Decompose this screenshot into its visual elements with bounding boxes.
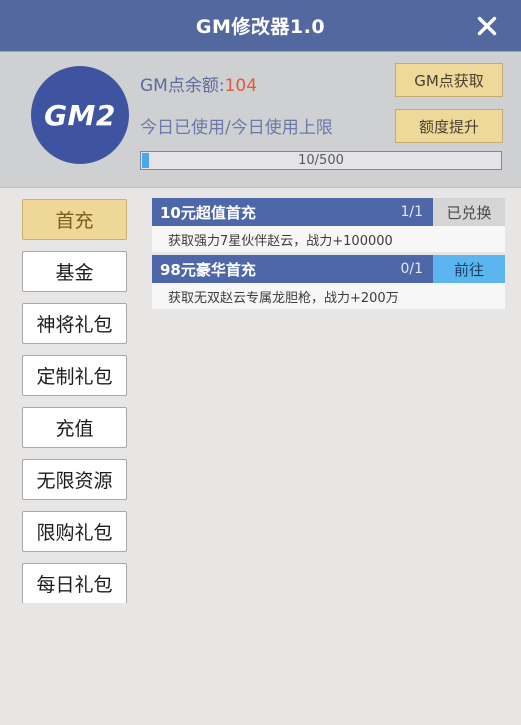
pack-name: 98元豪华首充 bbox=[160, 260, 256, 279]
pack-description: 获取强力7星伙伴赵云，战力+100000 bbox=[152, 226, 505, 252]
sidebar-item-recharge[interactable]: 充值 bbox=[22, 407, 127, 448]
sidebar-item-general-pack[interactable]: 神将礼包 bbox=[22, 303, 127, 344]
sidebar-item-fund[interactable]: 基金 bbox=[22, 251, 127, 292]
close-icon bbox=[475, 14, 499, 38]
pack-count: 1/1 bbox=[400, 204, 423, 220]
get-gm-points-button[interactable]: GM点获取 bbox=[395, 63, 503, 97]
window-title: GM修改器1.0 bbox=[195, 16, 326, 38]
pack-row: 10元超值首充 1/1 已兑换 获取强力7星伙伴赵云，战力+100000 bbox=[152, 198, 505, 252]
sidebar-item-unlimited-resources[interactable]: 无限资源 bbox=[22, 459, 127, 500]
avatar: GM2 bbox=[31, 66, 129, 164]
sidebar-item-limited-pack[interactable]: 限购礼包 bbox=[22, 511, 127, 552]
sidebar-item-first-charge[interactable]: 首充 bbox=[22, 199, 127, 240]
pack-action-button[interactable]: 前往 bbox=[433, 255, 505, 283]
close-button[interactable] bbox=[465, 0, 509, 52]
sidebar: 首充 基金 神将礼包 定制礼包 充值 无限资源 限购礼包 每日礼包 bbox=[0, 188, 152, 603]
sidebar-item-custom-pack[interactable]: 定制礼包 bbox=[22, 355, 127, 396]
daily-usage-progress: 10/500 bbox=[140, 151, 502, 170]
pack-action-button[interactable]: 已兑换 bbox=[433, 198, 505, 226]
gm-point-balance-value: 104 bbox=[224, 76, 258, 96]
sidebar-item-daily-pack[interactable]: 每日礼包 bbox=[22, 563, 127, 603]
gm-tool-window: GM修改器1.0 GM2 GM点余额:104 今日已使用/今日使用上限 10/5… bbox=[0, 0, 521, 725]
pack-header: 10元超值首充 1/1 已兑换 bbox=[152, 198, 505, 226]
progress-fill bbox=[142, 153, 150, 168]
daily-usage-label: 今日已使用/今日使用上限 bbox=[140, 118, 333, 138]
pack-name: 10元超值首充 bbox=[160, 203, 256, 222]
progress-label: 10/500 bbox=[298, 153, 344, 168]
pack-count: 0/1 bbox=[400, 261, 423, 277]
pack-header: 98元豪华首充 0/1 前往 bbox=[152, 255, 505, 283]
increase-quota-button[interactable]: 额度提升 bbox=[395, 109, 503, 143]
gm-point-balance: GM点余额:104 bbox=[140, 71, 257, 96]
avatar-label: GM2 bbox=[44, 98, 116, 132]
account-header-panel: GM2 GM点余额:104 今日已使用/今日使用上限 10/500 GM点获取 … bbox=[0, 52, 521, 188]
titlebar: GM修改器1.0 bbox=[0, 0, 521, 52]
gm-point-balance-label: GM点余额: bbox=[140, 76, 225, 96]
pack-list: 10元超值首充 1/1 已兑换 获取强力7星伙伴赵云，战力+100000 98元… bbox=[152, 188, 521, 725]
pack-description: 获取无双赵云专属龙胆枪，战力+200万 bbox=[152, 283, 505, 309]
body-area: 首充 基金 神将礼包 定制礼包 充值 无限资源 限购礼包 每日礼包 10元超值首… bbox=[0, 188, 521, 725]
pack-row: 98元豪华首充 0/1 前往 获取无双赵云专属龙胆枪，战力+200万 bbox=[152, 255, 505, 309]
